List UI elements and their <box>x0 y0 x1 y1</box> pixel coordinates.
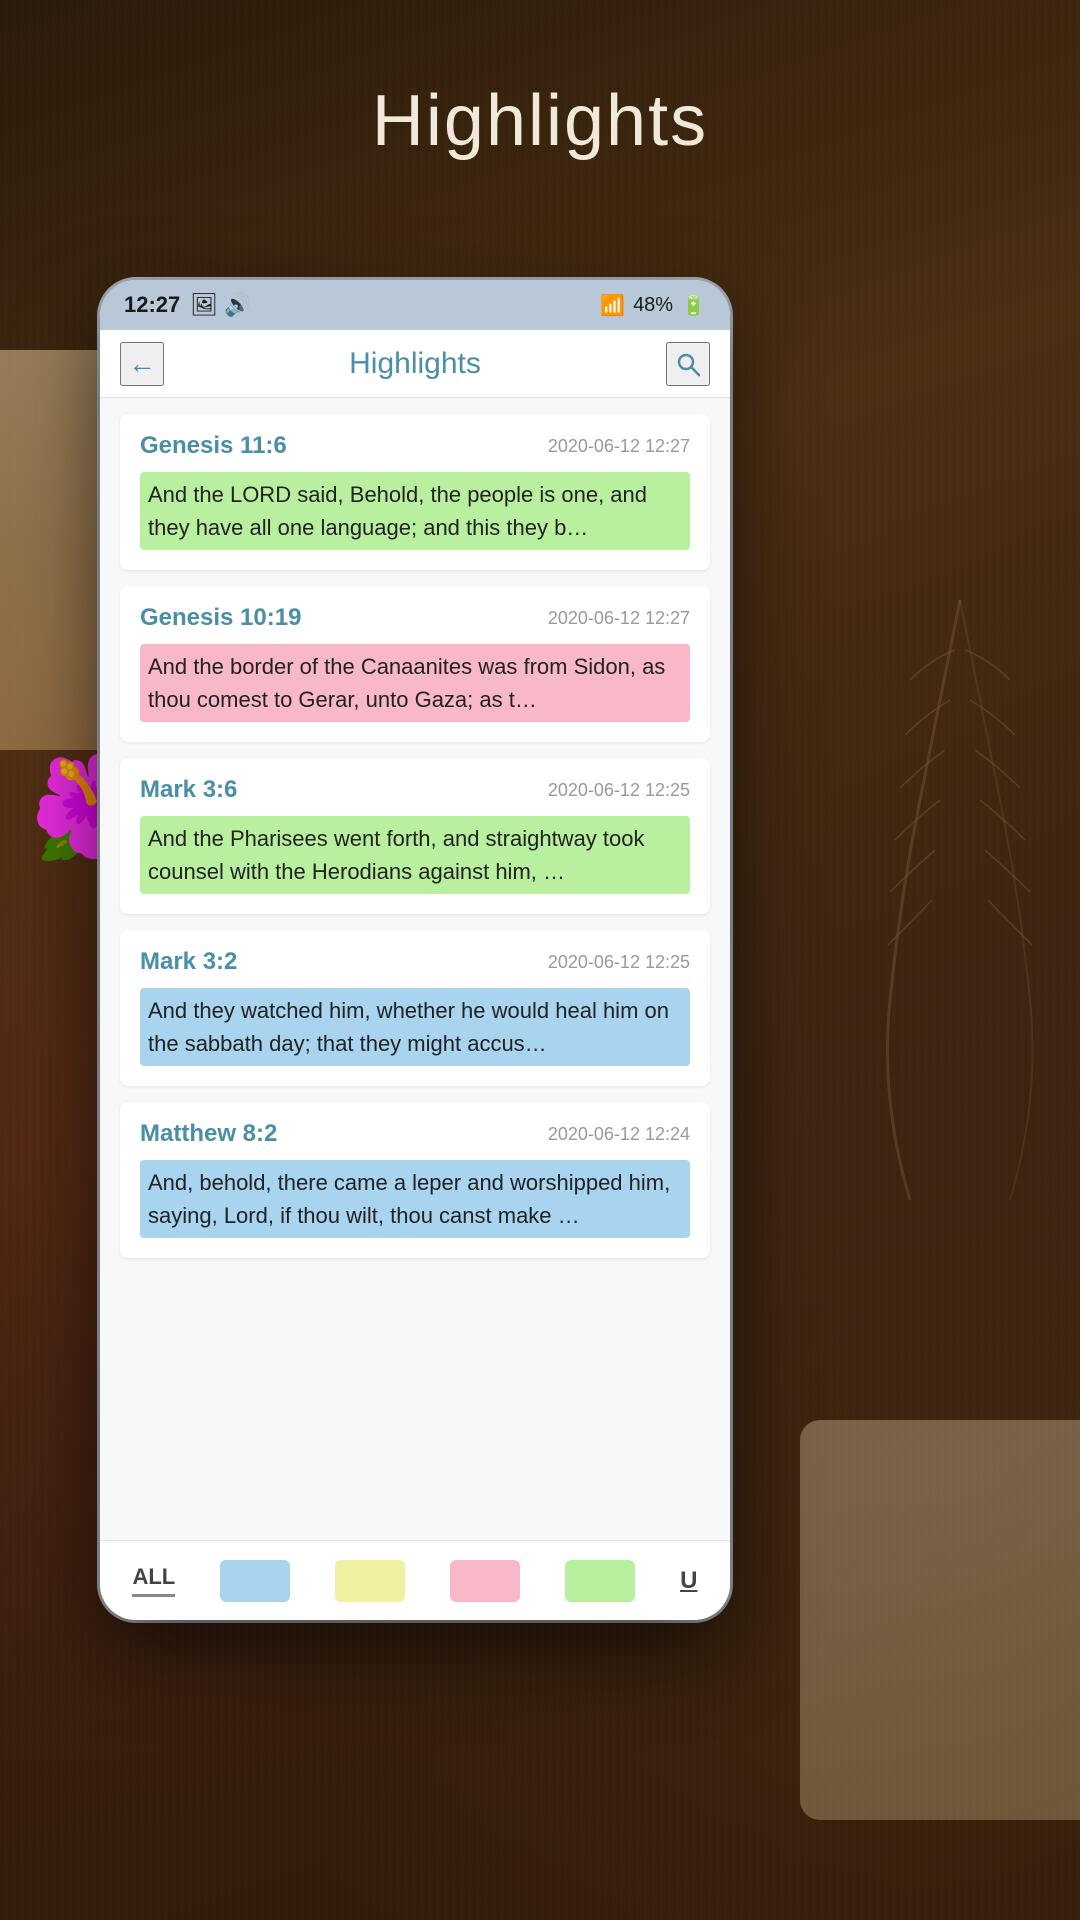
decorative-parchment <box>800 1420 1080 1820</box>
highlight-card-mark-3-2[interactable]: Mark 3:2 2020-06-12 12:25 And they watch… <box>120 930 710 1086</box>
highlight-card-genesis-11-6[interactable]: Genesis 11:6 2020-06-12 12:27 And the LO… <box>120 414 710 570</box>
tab-yellow[interactable] <box>319 1552 421 1610</box>
tab-all[interactable]: ALL <box>116 1556 191 1605</box>
bottom-tab-bar: ALL U <box>100 1540 730 1620</box>
card-date: 2020-06-12 12:25 <box>548 780 690 801</box>
card-date: 2020-06-12 12:25 <box>548 952 690 973</box>
app-header: ← Highlights <box>100 330 730 398</box>
card-header: Mark 3:6 2020-06-12 12:25 <box>140 776 690 804</box>
content-area: Genesis 11:6 2020-06-12 12:27 And the LO… <box>100 398 730 1540</box>
card-date: 2020-06-12 12:27 <box>548 608 690 629</box>
signal-icon: 📶 <box>600 293 625 318</box>
highlight-card-genesis-10-19[interactable]: Genesis 10:19 2020-06-12 12:27 And the b… <box>120 586 710 742</box>
highlight-card-matthew-8-2[interactable]: Matthew 8:2 2020-06-12 12:24 And, behold… <box>120 1102 710 1258</box>
status-right: 📶 48% 🔋 <box>600 293 706 318</box>
search-button[interactable] <box>666 342 710 386</box>
card-text: And the border of the Canaanites was fro… <box>140 644 690 722</box>
status-time: 12:27 <box>124 292 180 318</box>
battery-icon: 🔋 <box>681 293 706 318</box>
tab-blue-color <box>220 1560 290 1602</box>
tab-underline[interactable]: U <box>664 1559 713 1603</box>
decorative-feather <box>860 600 1060 1200</box>
card-header: Mark 3:2 2020-06-12 12:25 <box>140 948 690 976</box>
card-text: And the LORD said, Behold, the people is… <box>140 472 690 550</box>
card-text: And the Pharisees went forth, and straig… <box>140 816 690 894</box>
card-reference: Genesis 11:6 <box>140 432 287 460</box>
status-bar: 12:27 🖼 🔊 📶 48% 🔋 <box>100 280 730 330</box>
tab-pink-color <box>450 1560 520 1602</box>
tab-pink[interactable] <box>434 1552 536 1610</box>
tab-all-label: ALL <box>132 1564 175 1597</box>
battery-level: 48% <box>633 294 673 317</box>
card-text: And, behold, there came a leper and wors… <box>140 1160 690 1238</box>
card-reference: Mark 3:2 <box>140 948 237 976</box>
card-text: And they watched him, whether he would h… <box>140 988 690 1066</box>
card-reference: Mark 3:6 <box>140 776 237 804</box>
card-date: 2020-06-12 12:27 <box>548 436 690 457</box>
phone-frame: 12:27 🖼 🔊 📶 48% 🔋 ← Highlights Genesis 1… <box>100 280 730 1620</box>
tab-blue[interactable] <box>204 1552 306 1610</box>
back-button[interactable]: ← <box>120 342 164 386</box>
card-header: Genesis 10:19 2020-06-12 12:27 <box>140 604 690 632</box>
status-icons: 🖼 🔊 <box>190 292 251 318</box>
header-title: Highlights <box>164 347 666 381</box>
card-date: 2020-06-12 12:24 <box>548 1124 690 1145</box>
status-left: 12:27 🖼 🔊 <box>124 292 252 318</box>
tab-underline-label: U <box>680 1567 697 1595</box>
tab-green[interactable] <box>549 1552 651 1610</box>
tab-yellow-color <box>335 1560 405 1602</box>
tab-green-color <box>565 1560 635 1602</box>
card-reference: Matthew 8:2 <box>140 1120 277 1148</box>
card-header: Genesis 11:6 2020-06-12 12:27 <box>140 432 690 460</box>
card-header: Matthew 8:2 2020-06-12 12:24 <box>140 1120 690 1148</box>
card-reference: Genesis 10:19 <box>140 604 301 632</box>
page-title: Highlights <box>0 80 1080 162</box>
highlight-card-mark-3-6[interactable]: Mark 3:6 2020-06-12 12:25 And the Pharis… <box>120 758 710 914</box>
